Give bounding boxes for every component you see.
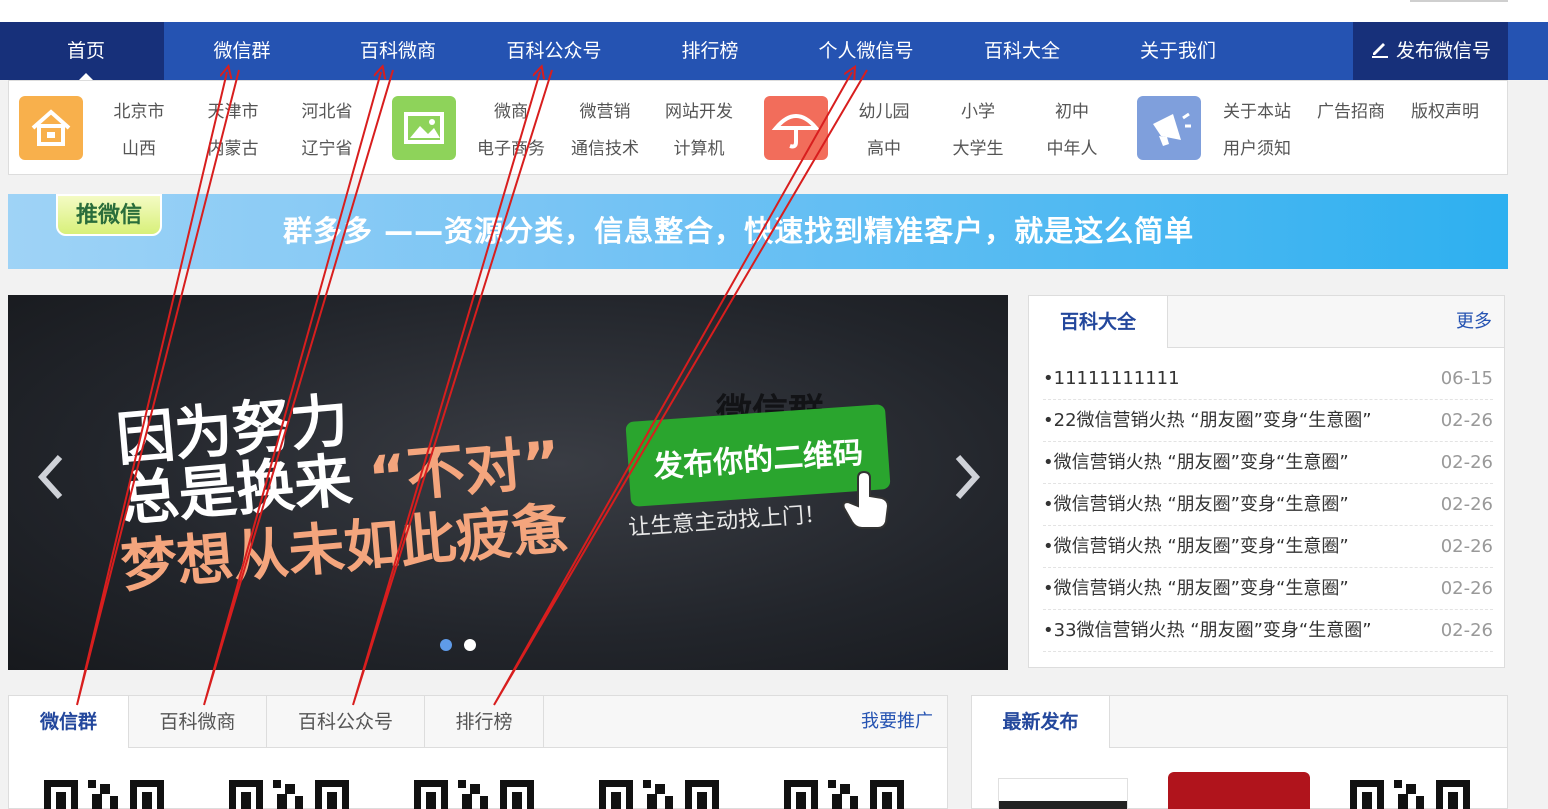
tab-ranking[interactable]: 排行榜	[425, 696, 544, 748]
carousel-dot-2[interactable]	[464, 639, 476, 651]
qr-code-icon[interactable]	[229, 780, 349, 809]
nav-about-us[interactable]: 关于我们	[1100, 22, 1256, 80]
cat-microbusiness[interactable]: 微商	[461, 97, 561, 122]
latest-thumb-2[interactable]	[1168, 772, 1310, 809]
cat-computer[interactable]: 计算机	[649, 134, 749, 159]
banner-badge: 推微信	[56, 194, 162, 236]
cat-hebei[interactable]: 河北省	[277, 97, 377, 122]
qr-code-icon[interactable]	[44, 780, 164, 809]
news-title: •微信营销火热 “朋友圈”变身“生意圈”	[1043, 536, 1349, 557]
news-item[interactable]: •22微信营销火热 “朋友圈”变身“生意圈” 02-26	[1043, 400, 1493, 442]
carousel-next-button[interactable]	[946, 447, 986, 507]
cat-inner-mongolia[interactable]: 内蒙古	[183, 134, 283, 159]
news-item[interactable]: •微信营销火热 “朋友圈”变身“生意圈” 02-26	[1043, 442, 1493, 484]
news-date: 02-26	[1440, 452, 1493, 473]
cat-beijing[interactable]: 北京市	[89, 97, 189, 122]
carousel-dot-1[interactable]	[440, 639, 452, 651]
megaphone-icon	[1137, 96, 1201, 160]
news-title: •11111111111	[1043, 368, 1180, 389]
category-bar: 北京市 天津市 河北省 山西 内蒙古 辽宁省 微商 微营销 网站开发 电子商务 …	[8, 80, 1508, 175]
tab-wechat-group[interactable]: 微信群	[9, 696, 129, 748]
tab-latest[interactable]: 最新发布	[972, 696, 1110, 748]
news-date: 02-26	[1440, 578, 1493, 599]
main-nav: 首页 微信群 百科微商 百科公众号 排行榜 个人微信号 百科大全 关于我们 发布…	[0, 22, 1548, 80]
cat-telecom[interactable]: 通信技术	[555, 134, 655, 159]
nav-ranking[interactable]: 排行榜	[632, 22, 788, 80]
news-title: •微信营销火热 “朋友圈”变身“生意圈”	[1043, 578, 1349, 599]
cat-primary-school[interactable]: 小学	[928, 97, 1028, 122]
latest-panel: 最新发布	[971, 695, 1508, 809]
news-title: •微信营销火热 “朋友圈”变身“生意圈”	[1043, 452, 1349, 473]
carousel-prev-button[interactable]	[32, 447, 72, 507]
news-date: 02-26	[1440, 536, 1493, 557]
cat-junior-high[interactable]: 初中	[1022, 97, 1122, 122]
encyclopedia-panel: 百科大全 更多 •11111111111 06-15 •22微信营销火热 “朋友圈…	[1028, 295, 1505, 668]
banner-slogan: 群多多 ——资源分类，信息整合，快速找到精准客户，就是这么简单	[283, 214, 1195, 248]
home-icon	[19, 96, 83, 160]
cat-micromarketing[interactable]: 微营销	[555, 97, 655, 122]
nav-wiki-microbusiness[interactable]: 百科微商	[320, 22, 476, 80]
cat-university[interactable]: 大学生	[928, 134, 1028, 159]
news-date: 02-26	[1440, 494, 1493, 515]
tab-wiki-official-account[interactable]: 百科公众号	[267, 696, 425, 748]
publish-label: 发布微信号	[1395, 40, 1491, 62]
pencil-icon	[1370, 23, 1390, 81]
news-item[interactable]: •微信营销火热 “朋友圈”变身“生意圈” 02-26	[1043, 484, 1493, 526]
top-strip	[0, 0, 1548, 22]
news-item[interactable]: •微信营销火热 “朋友圈”变身“生意圈” 02-26	[1043, 526, 1493, 568]
encyclopedia-tabhead: 百科大全 更多	[1029, 296, 1504, 348]
promote-link[interactable]: 我要推广	[861, 696, 933, 748]
hand-pointer-icon	[840, 470, 892, 534]
cat-shanxi[interactable]: 山西	[89, 134, 189, 159]
nav-wiki-official-account[interactable]: 百科公众号	[476, 22, 632, 80]
listing-panel: 微信群 百科微商 百科公众号 排行榜 我要推广	[8, 695, 948, 809]
tab-encyclopedia[interactable]: 百科大全	[1029, 296, 1168, 348]
cat-kindergarten[interactable]: 幼儿园	[834, 97, 934, 122]
qr-code-icon[interactable]	[784, 780, 904, 809]
link-copyright[interactable]: 版权声明	[1395, 97, 1495, 122]
chevron-right-icon	[955, 454, 981, 500]
thumb-strip	[999, 801, 1127, 809]
news-item[interactable]: •11111111111 06-15	[1043, 358, 1493, 400]
picture-icon	[392, 96, 456, 160]
cat-liaoning[interactable]: 辽宁省	[277, 134, 377, 159]
nav-wechat-group[interactable]: 微信群	[164, 22, 320, 80]
top-deco	[1410, 0, 1508, 2]
cat-senior-high[interactable]: 高中	[834, 134, 934, 159]
news-date: 02-26	[1440, 410, 1493, 431]
link-user-notice[interactable]: 用户须知	[1207, 134, 1307, 159]
qr-code-icon[interactable]	[414, 780, 534, 809]
qr-code-icon[interactable]	[1350, 780, 1470, 809]
hero-carousel[interactable]: 因为努力 总是换来 “不对” 梦想从未如此疲惫 微信群 发布你的二维码 让生意主…	[8, 295, 1008, 670]
nav-left-edge	[0, 22, 8, 80]
chevron-left-icon	[37, 454, 63, 500]
latest-tabs: 最新发布	[972, 696, 1507, 748]
more-link[interactable]: 更多	[1456, 296, 1492, 348]
link-about-site[interactable]: 关于本站	[1207, 97, 1307, 122]
link-advertising[interactable]: 广告招商	[1301, 97, 1401, 122]
nav-encyclopedia[interactable]: 百科大全	[944, 22, 1100, 80]
news-date: 02-26	[1440, 620, 1493, 641]
news-title: •22微信营销火热 “朋友圈”变身“生意圈”	[1043, 410, 1372, 431]
tab-wiki-microbusiness[interactable]: 百科微商	[129, 696, 267, 748]
listing-tabs: 微信群 百科微商 百科公众号 排行榜 我要推广	[9, 696, 947, 748]
news-title: •微信营销火热 “朋友圈”变身“生意圈”	[1043, 494, 1349, 515]
promo-banner[interactable]: 推微信 群多多 ——资源分类，信息整合，快速找到精准客户，就是这么简单	[8, 194, 1508, 269]
news-item[interactable]: •33微信营销火热 “朋友圈”变身“生意圈” 02-26	[1043, 610, 1493, 652]
cat-middle-aged[interactable]: 中年人	[1022, 134, 1122, 159]
umbrella-icon	[764, 96, 828, 160]
cat-ecommerce[interactable]: 电子商务	[461, 134, 561, 159]
news-title: •33微信营销火热 “朋友圈”变身“生意圈”	[1043, 620, 1372, 641]
news-date: 06-15	[1440, 368, 1493, 389]
qr-code-icon[interactable]	[599, 780, 719, 809]
news-item[interactable]: •微信营销火热 “朋友圈”变身“生意圈” 02-26	[1043, 568, 1493, 610]
cat-tianjin[interactable]: 天津市	[183, 97, 283, 122]
cat-web-dev[interactable]: 网站开发	[649, 97, 749, 122]
nav-personal-wechat[interactable]: 个人微信号	[788, 22, 944, 80]
publish-wechat-button[interactable]: 发布微信号	[1353, 22, 1508, 80]
nav-home[interactable]: 首页	[8, 22, 164, 80]
latest-thumb-1[interactable]	[998, 778, 1128, 809]
